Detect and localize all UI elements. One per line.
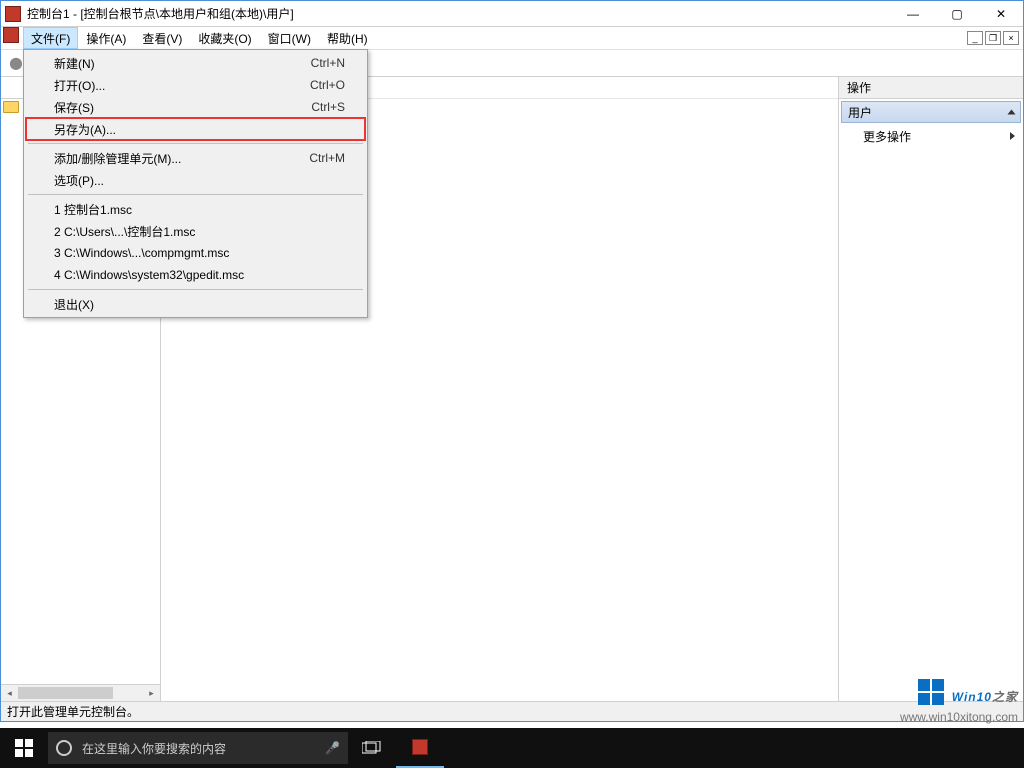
start-button[interactable] [0,728,48,768]
window-controls: — ▢ ✕ [891,1,1023,26]
menu-view[interactable]: 查看(V) [134,27,190,49]
file-menu-dropdown: 新建(N)Ctrl+N 打开(O)...Ctrl+O 保存(S)Ctrl+S 另… [23,49,368,318]
mdi-minimize[interactable]: _ [967,31,983,45]
actions-more-label: 更多操作 [863,128,911,145]
menubar: 文件(F) 操作(A) 查看(V) 收藏夹(O) 窗口(W) 帮助(H) _ ❐… [1,27,1023,49]
menu-item-new[interactable]: 新建(N)Ctrl+N [26,52,365,74]
chevron-right-icon [1010,132,1015,140]
watermark-url: www.win10xitong.com [900,710,1018,724]
mdi-restore[interactable]: ❐ [985,31,1001,45]
menu-separator [28,289,363,290]
actions-header: 操作 [839,77,1023,99]
statusbar: 打开此管理单元控制台。 [1,701,1023,721]
task-view-button[interactable] [348,728,396,768]
menu-action[interactable]: 操作(A) [78,27,134,49]
scroll-thumb[interactable] [18,687,113,699]
menu-favorites[interactable]: 收藏夹(O) [190,27,259,49]
menu-item-exit[interactable]: 退出(X) [26,293,365,315]
chevron-up-icon [1008,110,1016,115]
tree-hscroll[interactable]: ◂ ▸ [1,684,160,701]
folder-icon [3,101,19,113]
window-title: 控制台1 - [控制台根节点\本地用户和组(本地)\用户] [27,5,891,22]
menu-item-open[interactable]: 打开(O)...Ctrl+O [26,74,365,96]
taskbar-search[interactable]: 在这里输入你要搜索的内容 🎤 [48,732,348,764]
menu-item-recent-4[interactable]: 4 C:\Windows\system32\gpedit.msc [26,264,365,286]
app-window: 控制台1 - [控制台根节点\本地用户和组(本地)\用户] — ▢ ✕ 文件(F… [0,0,1024,722]
minimize-button[interactable]: — [891,1,935,27]
menu-separator [28,194,363,195]
actions-category[interactable]: 用户 [841,101,1021,123]
actions-pane: 操作 用户 更多操作 [838,77,1023,701]
menu-item-options[interactable]: 选项(P)... [26,169,365,191]
microphone-icon[interactable]: 🎤 [325,741,340,755]
menu-item-save-as[interactable]: 另存为(A)... [26,118,365,140]
menu-item-recent-2[interactable]: 2 C:\Users\...\控制台1.msc [26,220,365,242]
windows-logo-icon [918,679,944,705]
taskbar: 在这里输入你要搜索的内容 🎤 [0,728,1024,768]
close-button[interactable]: ✕ [979,1,1023,27]
menu-file[interactable]: 文件(F) [23,27,78,49]
maximize-button[interactable]: ▢ [935,1,979,27]
mdi-icon [3,27,19,43]
menu-window[interactable]: 窗口(W) [260,27,319,49]
scroll-left[interactable]: ◂ [1,685,18,701]
menu-help[interactable]: 帮助(H) [319,27,376,49]
mdi-close[interactable]: × [1003,31,1019,45]
search-placeholder: 在这里输入你要搜索的内容 [82,740,226,757]
app-icon [5,6,21,22]
watermark: Win10之家 www.win10xitong.com [900,679,1018,724]
menu-item-save[interactable]: 保存(S)Ctrl+S [26,96,365,118]
menu-item-recent-1[interactable]: 1 控制台1.msc [26,198,365,220]
taskbar-app-mmc[interactable] [396,728,444,768]
actions-more[interactable]: 更多操作 [839,125,1023,147]
menu-item-recent-3[interactable]: 3 C:\Windows\...\compmgmt.msc [26,242,365,264]
cortana-icon [56,740,72,756]
menu-separator [28,143,363,144]
mdi-window-controls: _ ❐ × [967,27,1021,49]
actions-category-label: 用户 [848,104,872,121]
scroll-right[interactable]: ▸ [143,685,160,701]
menu-item-add-remove-snapin[interactable]: 添加/删除管理单元(M)...Ctrl+M [26,147,365,169]
status-text: 打开此管理单元控制台。 [7,703,139,720]
titlebar: 控制台1 - [控制台根节点\本地用户和组(本地)\用户] — ▢ ✕ [1,1,1023,27]
